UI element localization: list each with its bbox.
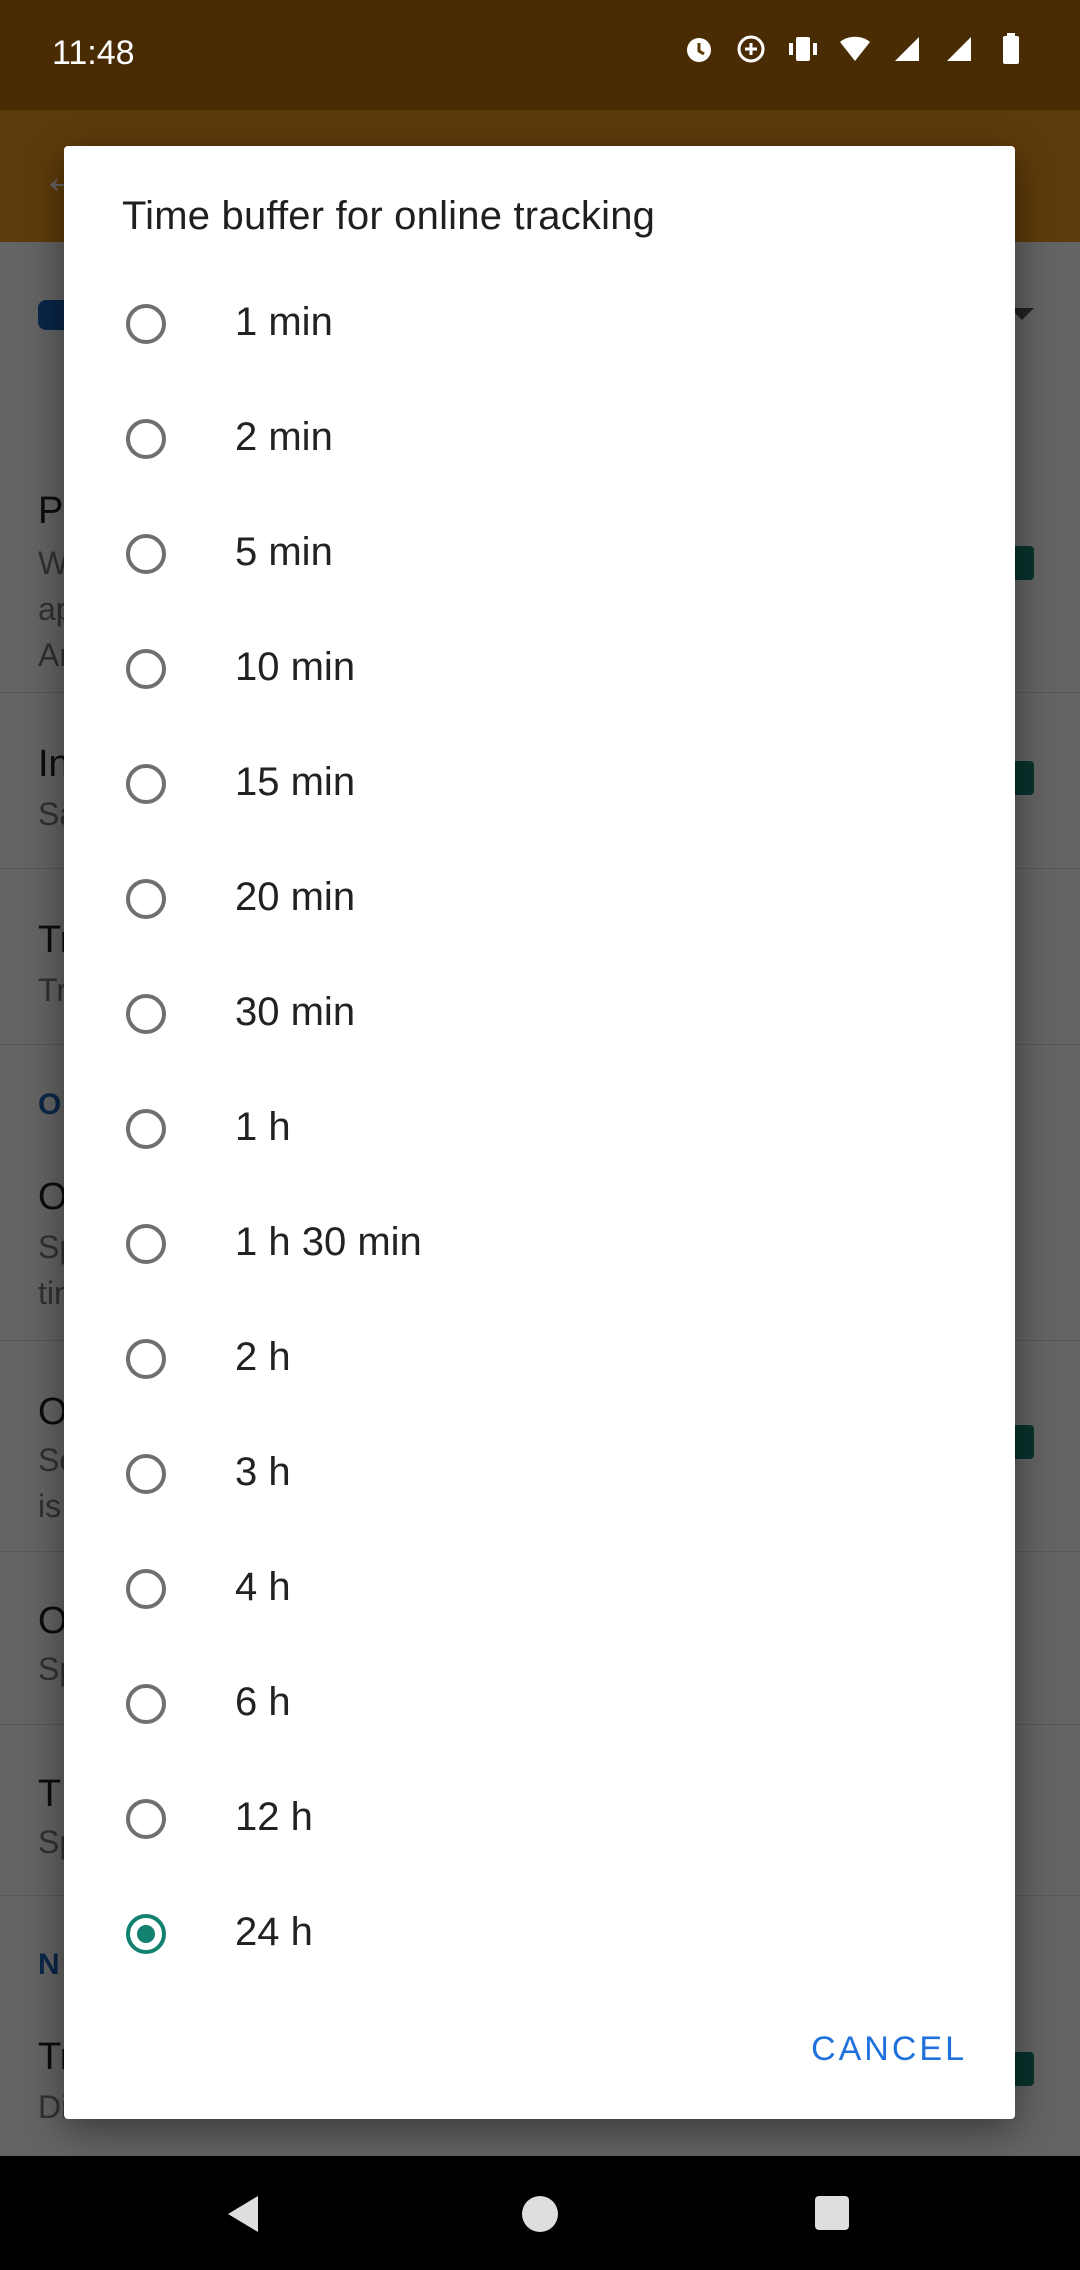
dialog-title: Time buffer for online tracking [122,194,656,238]
signal-icon [942,32,976,66]
radio-unselected-icon[interactable] [126,879,166,919]
radio-option-label: 12 h [235,1795,313,1839]
radio-option-label: 4 h [235,1565,291,1609]
radio-unselected-icon[interactable] [126,304,166,344]
radio-unselected-icon[interactable] [126,534,166,574]
radio-option-label: 15 min [235,760,356,804]
radio-option[interactable]: 1 h 30 min [64,1220,1015,1359]
radio-option-label: 24 h [235,1910,313,1954]
radio-option-label: 30 min [235,990,356,1034]
radio-option-label: 10 min [235,645,356,689]
home-icon[interactable] [522,2196,558,2232]
radio-option[interactable]: 1 min [64,300,1015,439]
radio-unselected-icon[interactable] [126,1454,166,1494]
radio-option-label: 6 h [235,1680,291,1724]
radio-option-label: 1 h 30 min [235,1220,422,1264]
radio-option[interactable]: 1 h [64,1105,1015,1244]
radio-option[interactable]: 20 min [64,875,1015,1014]
radio-option[interactable]: 30 min [64,990,1015,1129]
radio-option[interactable]: 6 h [64,1680,1015,1819]
radio-option-label: 3 h [235,1450,291,1494]
vibrate-icon [786,32,820,66]
radio-unselected-icon[interactable] [126,1109,166,1149]
status-time: 11:48 [52,34,135,72]
radio-option-label: 2 h [235,1335,291,1379]
recents-icon[interactable] [815,2196,849,2230]
radio-option[interactable]: 10 min [64,645,1015,784]
radio-unselected-icon[interactable] [126,764,166,804]
radio-option[interactable]: 15 min [64,760,1015,899]
battery-icon [994,32,1028,66]
radio-option[interactable]: 2 min [64,415,1015,554]
wifi-icon [838,32,872,66]
radio-unselected-icon[interactable] [126,419,166,459]
radio-option[interactable]: 4 h [64,1565,1015,1704]
radio-unselected-icon[interactable] [126,1224,166,1264]
radio-option[interactable]: 12 h [64,1795,1015,1934]
radio-option-label: 2 min [235,415,333,459]
options-list: 1 min 2 min 5 min 10 min 15 min 20 min 30 min 1… [64,300,1015,2049]
radio-option-label: 1 h [235,1105,291,1149]
radio-unselected-icon[interactable] [126,1569,166,1609]
cancel-button[interactable]: CANCEL [811,2030,967,2069]
back-icon[interactable] [228,2196,258,2232]
time-buffer-dialog: Time buffer for online tracking 1 min 2 m… [64,146,1015,2119]
status-icons [682,32,1028,66]
radio-unselected-icon[interactable] [126,649,166,689]
alarm-icon [682,32,716,66]
signal-icon [890,32,924,66]
radio-unselected-icon[interactable] [126,1684,166,1724]
radio-option[interactable]: 5 min [64,530,1015,669]
data-saver-icon [734,32,768,66]
radio-unselected-icon[interactable] [126,1799,166,1839]
radio-selected-icon[interactable] [126,1914,166,1954]
radio-option-label: 20 min [235,875,356,919]
radio-option[interactable]: 2 h [64,1335,1015,1474]
radio-option-label: 5 min [235,530,333,574]
radio-unselected-icon[interactable] [126,1339,166,1379]
radio-option-label: 1 min [235,300,333,344]
radio-option[interactable]: 3 h [64,1450,1015,1589]
radio-unselected-icon[interactable] [126,994,166,1034]
